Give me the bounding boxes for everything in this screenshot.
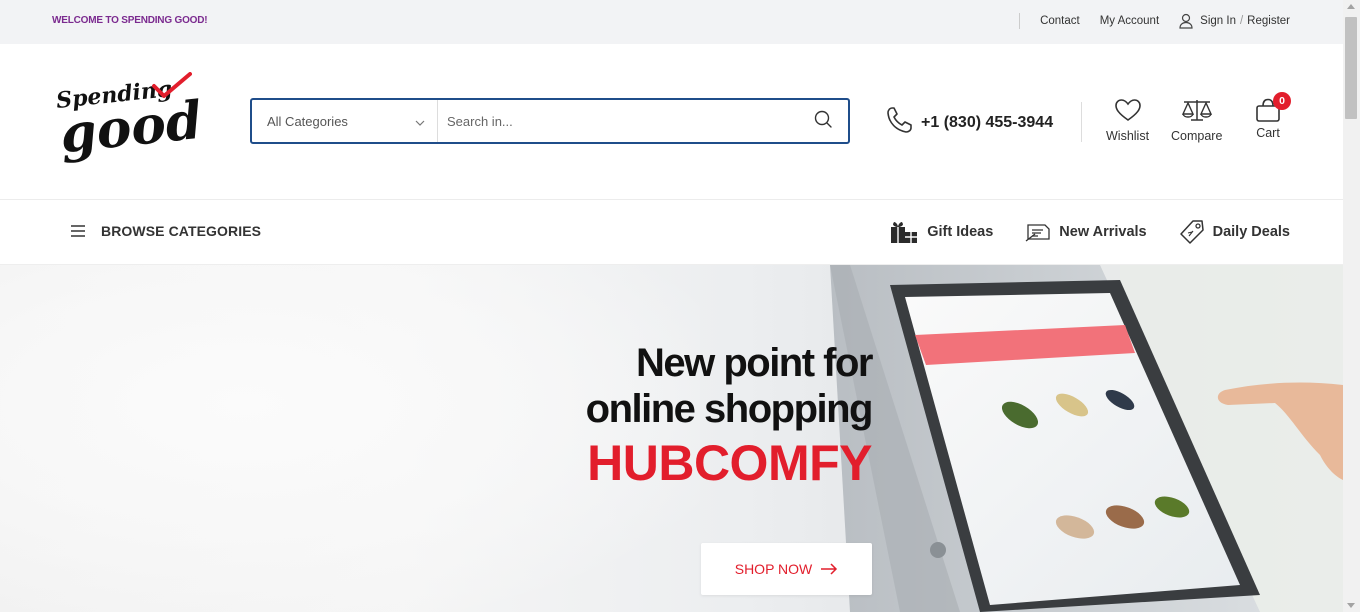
register-link[interactable]: Register xyxy=(1247,15,1290,27)
page-scrollbar[interactable] xyxy=(1343,0,1360,612)
phone-number: +1 (830) 455-3944 xyxy=(921,113,1054,131)
search-icon xyxy=(814,110,832,133)
browse-categories-label: BROWSE CATEGORIES xyxy=(101,223,262,239)
nav-link-daily-deals-label: Daily Deals xyxy=(1212,224,1290,240)
logo-text-good: good xyxy=(57,89,205,166)
hamburger-icon xyxy=(70,225,86,237)
shop-now-button[interactable]: SHOP NOW xyxy=(701,543,872,595)
cart-icon: 0 xyxy=(1254,92,1291,122)
nav-links: Gift Ideas New Arrivals Daily Deals xyxy=(857,219,1290,245)
slash-separator: / xyxy=(1239,15,1244,27)
user-icon xyxy=(1179,13,1193,29)
search-button[interactable] xyxy=(798,100,848,142)
cart-label: Cart xyxy=(1256,126,1280,140)
chevron-down-icon xyxy=(415,114,425,129)
wishlist-button[interactable]: Wishlist xyxy=(1106,98,1149,143)
nav-link-new-arrivals[interactable]: New Arrivals xyxy=(1025,221,1147,243)
scrollbar-thumb[interactable] xyxy=(1345,17,1357,119)
divider xyxy=(1081,102,1082,142)
top-nav: Contact My Account Sign In / Register xyxy=(1019,13,1290,29)
new-arrivals-icon xyxy=(1025,221,1051,243)
browse-categories-button[interactable]: BROWSE CATEGORIES xyxy=(70,223,261,239)
nav-link-new-arrivals-label: New Arrivals xyxy=(1059,224,1147,240)
search-input[interactable] xyxy=(438,100,798,142)
cart-button[interactable]: 0 Cart xyxy=(1254,92,1291,140)
hero-headline-line1: New point for xyxy=(635,341,874,385)
hero-headline-line2: online shopping xyxy=(585,387,874,431)
nav-link-gift-ideas[interactable]: Gift Ideas xyxy=(889,220,993,244)
header: Spending good All Categories +1 (830) 45… xyxy=(0,44,1343,200)
category-select[interactable]: All Categories xyxy=(252,100,438,142)
logo[interactable]: Spending good xyxy=(52,72,205,172)
nav-bar: BROWSE CATEGORIES Gift Ideas New Arrival… xyxy=(0,200,1343,265)
compare-button[interactable]: Compare xyxy=(1171,98,1222,143)
hero-brand-text: HUBCOMFY xyxy=(587,435,872,491)
my-account-link[interactable]: My Account xyxy=(1100,15,1159,27)
contact-link[interactable]: Contact xyxy=(1040,15,1080,27)
search-bar: All Categories xyxy=(250,98,850,144)
divider xyxy=(1019,13,1021,29)
scroll-up-arrow[interactable] xyxy=(1347,4,1355,9)
welcome-message: WELCOME TO SPENDING GOOD! xyxy=(52,15,208,26)
heart-icon xyxy=(1114,98,1142,125)
phone-contact[interactable]: +1 (830) 455-3944 xyxy=(886,106,1053,139)
shop-now-label: SHOP NOW xyxy=(734,561,813,577)
category-select-value: All Categories xyxy=(267,113,348,129)
wishlist-label: Wishlist xyxy=(1106,129,1150,143)
cart-count-badge: 0 xyxy=(1273,92,1291,110)
hero-banner: New point for online shopping HUBCOMFY S… xyxy=(0,265,1343,612)
phone-icon xyxy=(886,106,913,139)
scroll-down-arrow[interactable] xyxy=(1347,603,1355,608)
compare-label: Compare xyxy=(1171,129,1223,143)
arrow-right-icon xyxy=(820,563,838,575)
scale-icon xyxy=(1180,98,1214,125)
logo-check-icon xyxy=(152,72,192,98)
nav-link-daily-deals[interactable]: Daily Deals xyxy=(1179,219,1290,245)
top-bar: WELCOME TO SPENDING GOOD! Contact My Acc… xyxy=(0,0,1343,44)
gift-icon xyxy=(889,220,919,244)
sign-in-link[interactable]: Sign In xyxy=(1200,15,1236,27)
tag-icon xyxy=(1179,219,1205,245)
nav-link-gift-ideas-label: Gift Ideas xyxy=(927,224,994,240)
